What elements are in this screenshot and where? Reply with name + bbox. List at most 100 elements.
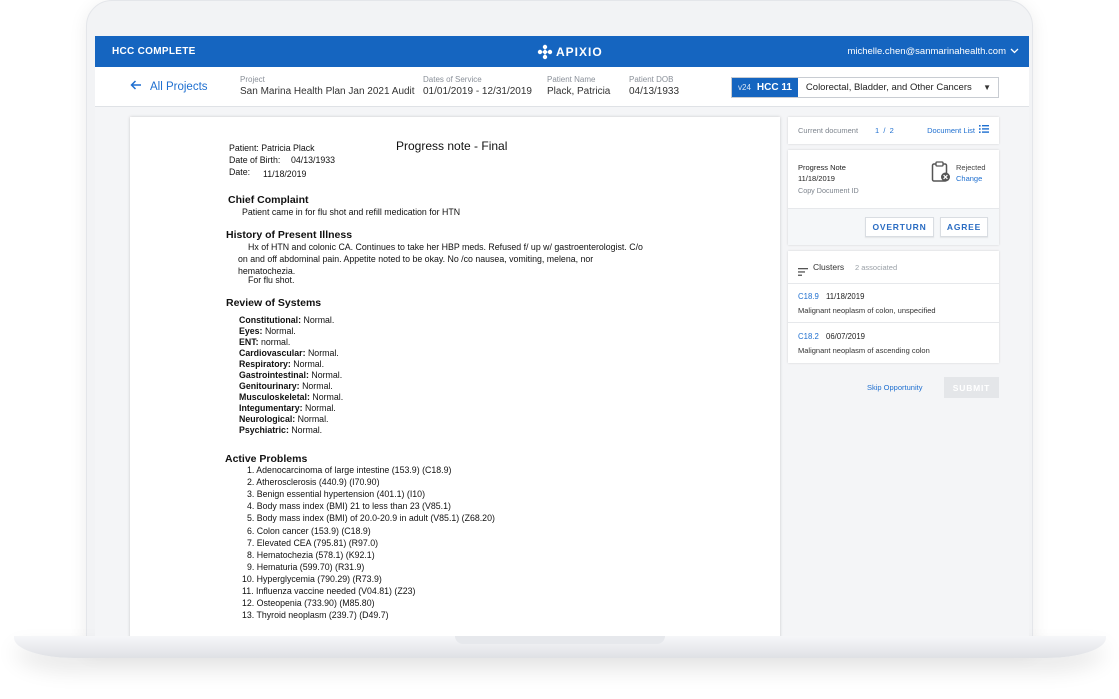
problem-item: 3. Benign essential hypertension (401.1)… <box>247 489 425 500</box>
dos-label: Dates of Service <box>423 75 482 84</box>
document-list-link[interactable]: Document List <box>927 125 989 135</box>
clusters-count: 2 associated <box>855 263 898 272</box>
copy-document-id-link[interactable]: Copy Document ID <box>798 186 859 195</box>
project-label: Project <box>240 75 265 84</box>
problem-item: 5. Body mass index (BMI) of 20.0-20.9 in… <box>247 513 495 524</box>
user-email: michelle.chen@sanmarinahealth.com <box>847 46 1006 57</box>
clipboard-rejected-icon <box>931 161 951 183</box>
doc-patient-line: Patient: Patricia Plack <box>229 143 315 153</box>
hpi-line-2: on and off abdominal pain. Appetite note… <box>238 254 594 264</box>
ros-item: Psychiatric: Normal. <box>239 425 322 435</box>
ros-item-label: Eyes: <box>239 326 263 336</box>
ros-item-value: Normal. <box>302 381 333 391</box>
hcc-name: Colorectal, Bladder, and Other Cancers <box>805 82 972 93</box>
progress-note-document: Patient: Patricia Plack Date of Birth: 0… <box>130 117 780 636</box>
ros-item: Neurological: Normal. <box>239 414 328 424</box>
ros-item-label: Musculoskeletal: <box>239 392 310 402</box>
current-document-counter: 1 / 2 <box>875 126 894 135</box>
cluster-row[interactable]: C18.2 06/07/2019 Malignant neoplasm of a… <box>788 324 999 363</box>
ros-item-value: Normal. <box>291 425 323 435</box>
hpi-line-4: For flu shot. <box>248 275 295 285</box>
clusters-header: Clusters 2 associated <box>788 251 999 284</box>
ros-item-value: Normal. <box>303 315 335 325</box>
problem-item: 2. Atherosclerosis (440.9) (I70.90) <box>247 477 380 488</box>
agree-button[interactable]: AGREE <box>940 217 988 237</box>
ros-item-label: Constitutional: <box>239 315 302 325</box>
context-bar: All Projects Project San Marina Health P… <box>95 67 1029 107</box>
ros-item-value: Normal. <box>312 392 344 402</box>
hcc-code: HCC 11 <box>756 82 792 93</box>
change-status-link[interactable]: Change <box>956 174 982 183</box>
project-value: San Marina Health Plan Jan 2021 Audit <box>240 86 415 97</box>
cluster-description: Malignant neoplasm of colon, unspecified <box>798 306 936 315</box>
dates-of-service: Dates of Service 01/01/2019 - 12/31/2019 <box>423 75 532 97</box>
note-type: Progress Note <box>798 163 846 172</box>
user-menu[interactable]: michelle.chen@sanmarinahealth.com <box>847 46 1019 57</box>
hpi-line-1: Hx of HTN and colonic CA. Continues to t… <box>248 242 643 252</box>
ros-item: Cardiovascular: Normal. <box>239 348 339 358</box>
note-date: 11/18/2019 <box>798 174 835 183</box>
problem-item: 13. Thyroid neoplasm (239.7) (D49.7) <box>242 610 389 621</box>
chief-complaint-heading: Chief Complaint <box>228 194 309 206</box>
ros-item: Integumentary: Normal. <box>239 403 336 413</box>
problem-item: 7. Elevated CEA (795.81) (R97.0) <box>247 537 379 548</box>
patient-name-value: Plack, Patricia <box>547 86 611 97</box>
ros-item-label: Gastrointestinal: <box>239 370 309 380</box>
patient-dob: Patient DOB 04/13/1933 <box>629 75 679 97</box>
problem-item: 12. Osteopenia (733.90) (M85.80) <box>242 598 375 609</box>
doc-dob-value: 04/13/1933 <box>291 155 336 165</box>
ros-item-value: Normal. <box>311 370 343 380</box>
ros-item-label: Cardiovascular: <box>239 348 306 358</box>
skip-opportunity-link[interactable]: Skip Opportunity <box>867 383 922 392</box>
patient-name: Patient Name Plack, Patricia <box>547 75 610 97</box>
ros-item: Constitutional: Normal. <box>239 315 334 325</box>
ros-item: Gastrointestinal: Normal. <box>239 370 342 380</box>
problem-item: 9. Hematuria (599.70) (R31.9) <box>247 561 365 572</box>
project-info: Project San Marina Health Plan Jan 2021 … <box>240 75 415 97</box>
hpi-heading: History of Present Illness <box>226 229 353 241</box>
clusters-card: Clusters 2 associated C18.9 11/18/2019 M… <box>788 251 999 363</box>
cluster-code[interactable]: C18.2 <box>798 332 819 341</box>
apixio-logo[interactable]: APIXIO <box>537 42 603 62</box>
top-bar: HCC COMPLETE APIXIO michelle.chen@sanmar… <box>95 36 1029 67</box>
patient-dob-label: Patient DOB <box>629 75 674 84</box>
all-projects-link[interactable]: All Projects <box>130 80 208 93</box>
dos-value: 01/01/2019 - 12/31/2019 <box>423 86 532 97</box>
problem-item: 6. Colon cancer (153.9) (C18.9) <box>247 525 371 536</box>
problems-heading: Active Problems <box>225 453 308 465</box>
ros-item-label: Neurological: <box>239 414 296 424</box>
ros-item: ENT: normal. <box>239 337 290 347</box>
overturn-button[interactable]: OVERTURN <box>865 217 934 237</box>
cluster-date: 11/18/2019 <box>826 292 865 301</box>
apixio-logo-icon <box>537 44 553 60</box>
all-projects-label: All Projects <box>150 80 208 93</box>
ros-item-value: normal. <box>261 337 291 347</box>
note-actions: OVERTURN AGREE <box>788 208 999 245</box>
review-status: Rejected <box>956 163 986 172</box>
cluster-date: 06/07/2019 <box>826 332 866 341</box>
problem-item: 11. Influenza vaccine needed (V04.81) (Z… <box>242 586 416 596</box>
back-arrow-icon <box>130 80 142 93</box>
list-icon <box>979 125 989 135</box>
ros-item: Respiratory: Normal. <box>239 359 324 369</box>
current-total: 2 <box>889 126 894 135</box>
ros-item: Genitourinary: Normal. <box>239 381 333 391</box>
doc-title: Progress note - Final <box>396 139 508 153</box>
document-viewer[interactable]: Patient: Patricia Plack Date of Birth: 0… <box>130 117 780 636</box>
ros-item: Eyes: Normal. <box>239 326 296 336</box>
doc-dob-label: Date of Birth: <box>229 155 281 165</box>
note-details: Progress Note 11/18/2019 Copy Document I… <box>788 150 999 208</box>
dropdown-caret-icon: ▼ <box>983 83 991 92</box>
ros-item-label: Psychiatric: <box>239 425 289 435</box>
submit-button[interactable]: SUBMIT <box>944 377 999 398</box>
ros-item-label: Respiratory: <box>239 359 291 369</box>
doc-date-value: 11/18/2019 <box>263 169 307 179</box>
doc-date-label: Date: <box>229 167 251 177</box>
hcc-select[interactable]: v24 HCC 11 Colorectal, Bladder, and Othe… <box>731 77 999 98</box>
cluster-row[interactable]: C18.9 11/18/2019 Malignant neoplasm of c… <box>788 284 999 323</box>
patient-dob-value: 04/13/1933 <box>629 86 680 97</box>
document-note-card: Progress Note 11/18/2019 Copy Document I… <box>788 150 999 245</box>
cluster-code[interactable]: C18.9 <box>798 292 819 301</box>
problem-item: 8. Hematochezia (578.1) (K92.1) <box>247 549 375 560</box>
current-document-label: Current document <box>798 126 859 135</box>
